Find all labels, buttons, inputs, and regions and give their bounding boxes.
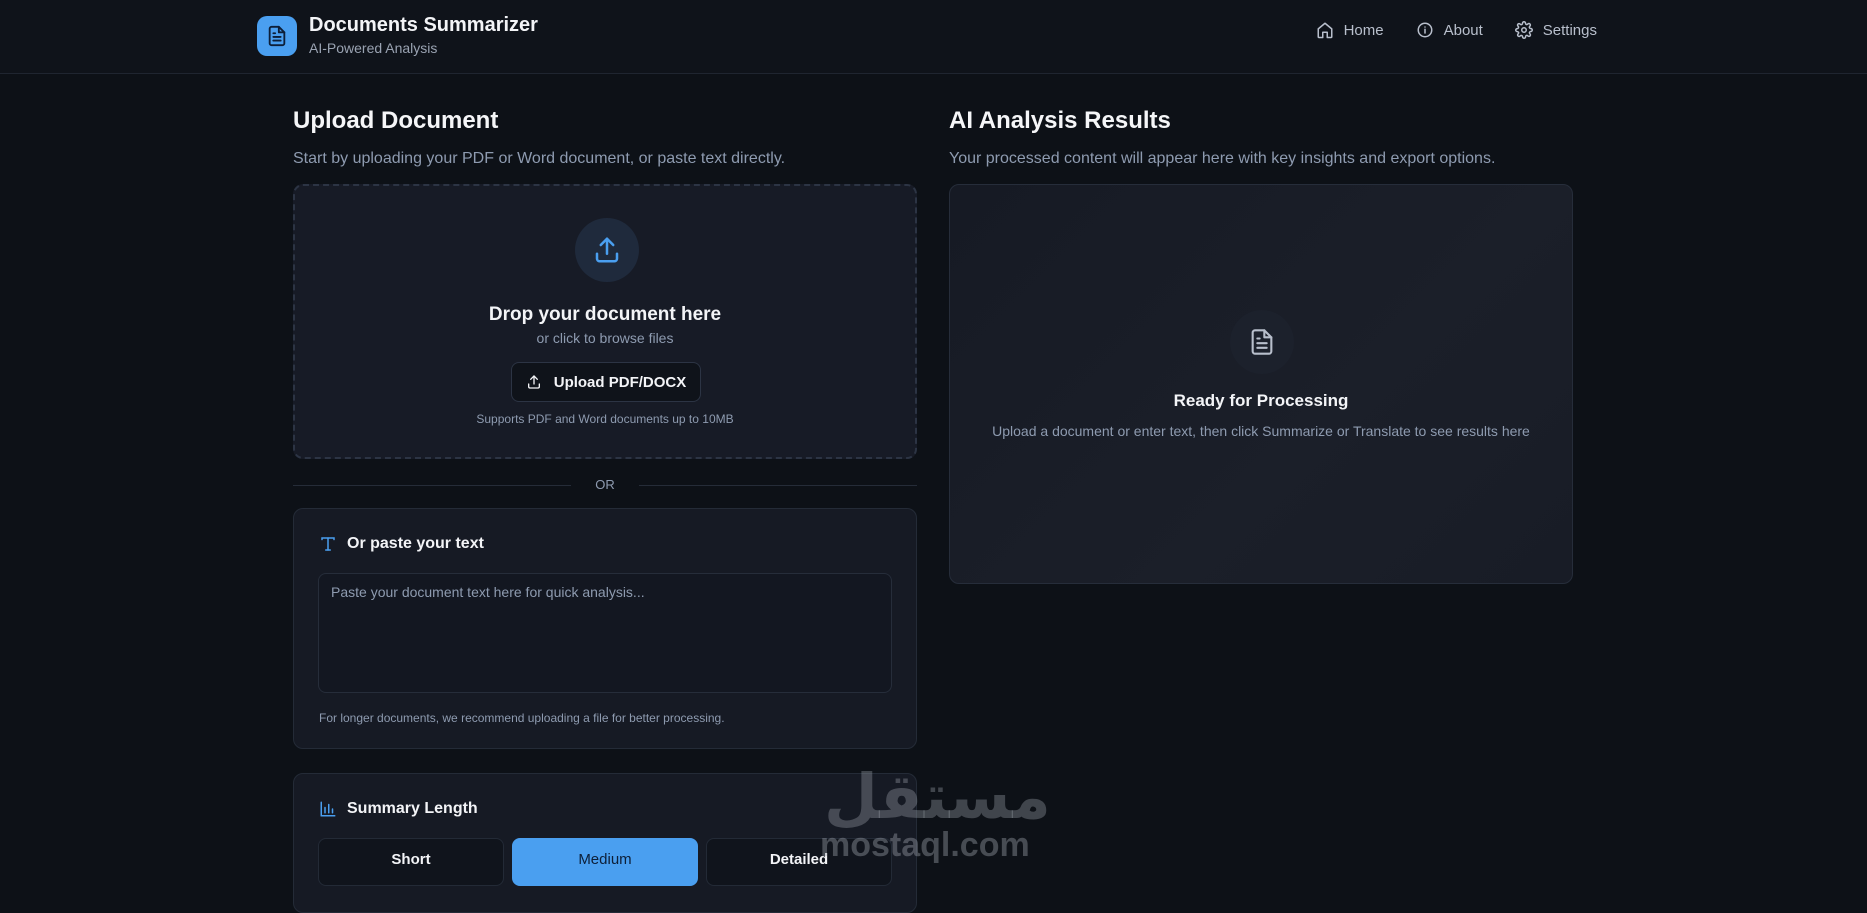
gear-icon: [1514, 21, 1533, 39]
or-label: OR: [595, 477, 615, 492]
upload-description: Start by uploading your PDF or Word docu…: [293, 150, 786, 167]
file-dropzone[interactable]: Drop your document here or click to brow…: [293, 184, 917, 459]
summary-card-title: Summary Length: [347, 800, 478, 817]
nav-home-label: Home: [1343, 21, 1384, 39]
length-option-medium[interactable]: Medium: [512, 838, 698, 886]
top-nav: Home About Settings: [1316, 21, 1597, 39]
paste-text-card: Or paste your text Paste your document t…: [293, 508, 917, 749]
drop-title: Drop your document here: [488, 304, 722, 325]
length-option-short[interactable]: Short: [318, 838, 504, 886]
results-panel: Ready for Processing Upload a document o…: [949, 184, 1573, 584]
app-header: Documents Summarizer AI-Powered Analysis…: [0, 0, 1867, 74]
results-section: AI Analysis Results Your processed conte…: [949, 104, 1573, 584]
upload-section: Upload Document Start by uploading your …: [293, 104, 917, 913]
paste-text-input[interactable]: Paste your document text here for quick …: [318, 573, 892, 693]
home-icon: [1317, 22, 1333, 39]
nav-home[interactable]: Home: [1316, 21, 1384, 39]
upload-title: Upload Document: [293, 107, 499, 134]
nav-about[interactable]: About: [1416, 21, 1483, 39]
nav-about-label: About: [1443, 21, 1483, 39]
document-icon: [257, 15, 297, 56]
results-title: AI Analysis Results: [949, 107, 1171, 134]
summary-length-card: Summary Length Short Medium Detailed: [293, 773, 917, 913]
length-option-detailed[interactable]: Detailed: [706, 838, 892, 886]
upload-icon: [527, 375, 540, 389]
drop-subtitle: or click to browse files: [536, 330, 674, 346]
empty-state-title: Ready for Processing: [1173, 391, 1349, 410]
paste-card-title: Or paste your text: [347, 535, 484, 552]
info-icon: [1417, 22, 1433, 38]
upload-button-label: Upload PDF/DOCX: [553, 373, 687, 391]
paste-card-header: Or paste your text: [319, 535, 484, 553]
nav-settings[interactable]: Settings: [1514, 21, 1597, 39]
or-divider: OR: [293, 475, 917, 495]
brand[interactable]: Documents Summarizer AI-Powered Analysis: [257, 13, 538, 58]
empty-state-description: Upload a document or enter text, then cl…: [992, 423, 1530, 439]
text-icon: [321, 537, 335, 551]
bar-chart-icon: [320, 801, 336, 817]
app-title: Documents Summarizer: [309, 14, 538, 36]
document-icon: [1230, 310, 1294, 374]
summary-length-options: Short Medium Detailed: [318, 838, 892, 886]
paste-text-placeholder: Paste your document text here for quick …: [331, 584, 645, 600]
results-description: Your processed content will appear here …: [949, 150, 1496, 167]
upload-note: Supports PDF and Word documents up to 10…: [476, 412, 734, 426]
app-subtitle: AI-Powered Analysis: [309, 40, 438, 56]
upload-icon: [575, 218, 639, 282]
paste-note: For longer documents, we recommend uploa…: [319, 711, 725, 725]
upload-file-button[interactable]: Upload PDF/DOCX: [511, 362, 701, 402]
summary-card-header: Summary Length: [319, 800, 478, 818]
nav-settings-label: Settings: [1542, 21, 1597, 39]
